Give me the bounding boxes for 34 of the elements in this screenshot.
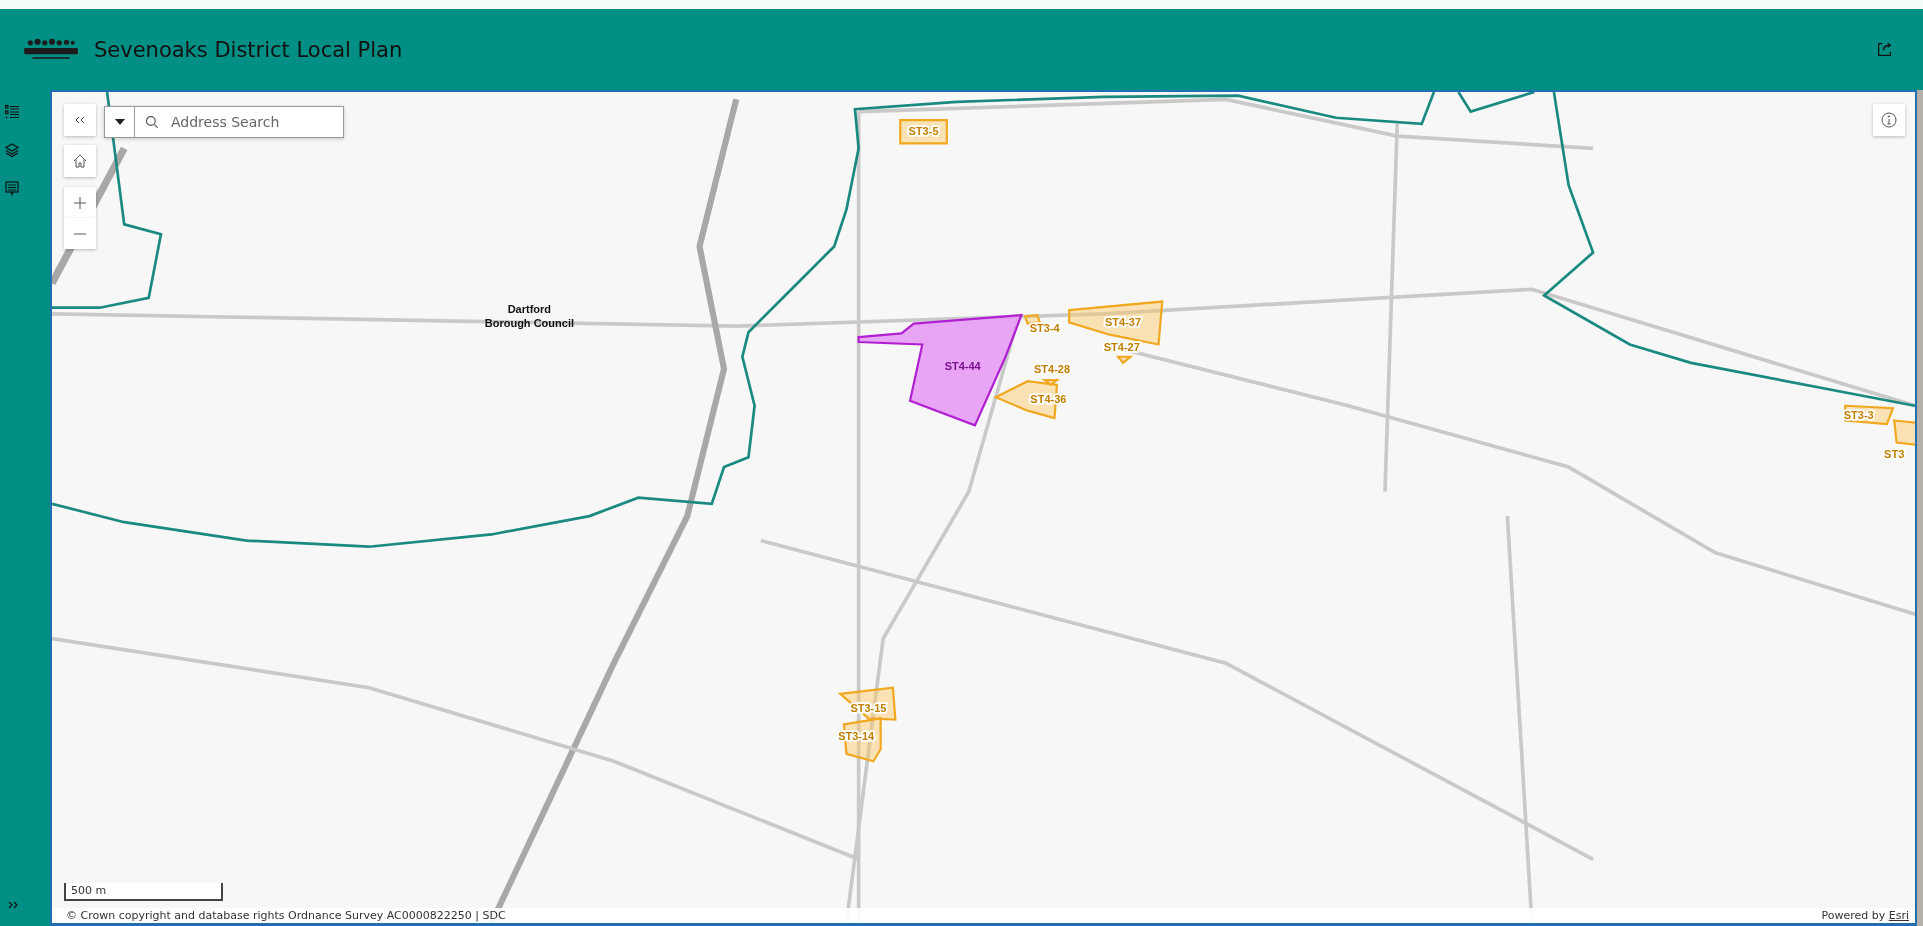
dropdown-button[interactable] — [105, 107, 136, 137]
site-polygon[interactable] — [857, 313, 1024, 427]
site-label: ST4-27 — [1103, 340, 1140, 353]
site-label: ST3-4 — [1029, 322, 1060, 335]
layers-icon[interactable] — [4, 142, 20, 158]
expand-icon[interactable] — [7, 900, 19, 910]
site-label: ST4-37 — [1105, 316, 1142, 329]
site-label: ST3-5 — [908, 124, 939, 137]
zoom-in-button[interactable] — [64, 187, 96, 218]
esri-link[interactable]: Esri — [1888, 909, 1909, 922]
search-input[interactable]: Address Search — [169, 113, 343, 131]
site-polygon[interactable] — [1023, 313, 1042, 325]
site-label: ST3 — [1884, 448, 1905, 461]
search-icon — [145, 115, 159, 129]
chevrons-left-icon — [74, 115, 86, 125]
site-polygon[interactable] — [899, 119, 948, 145]
site-label: ST4-44 — [944, 360, 981, 373]
search-field[interactable]: Address Search — [104, 106, 344, 138]
list-icon[interactable] — [4, 104, 20, 120]
caret-icon — [114, 119, 125, 125]
plus-icon — [74, 196, 86, 209]
attribution-text: © Crown copyright and database rights Ordnance Survey AC0000822250 | SDC — [66, 908, 506, 923]
site-label: ST4-28 — [1034, 362, 1071, 375]
zoom-out-button[interactable] — [64, 218, 96, 249]
scale-bar: 500 m — [64, 883, 223, 901]
area-label: Dartford Borough Council — [484, 302, 574, 330]
app-title: Sevenoaks District Local Plan — [94, 37, 404, 62]
info-icon — [1881, 112, 1897, 128]
share-icon[interactable] — [1876, 41, 1893, 58]
legend-icon[interactable] — [4, 180, 20, 196]
home-icon — [72, 153, 88, 169]
powered-by-text: Powered by Esri — [1821, 908, 1909, 923]
home-button[interactable] — [64, 145, 96, 177]
info-button[interactable] — [1873, 104, 1905, 136]
